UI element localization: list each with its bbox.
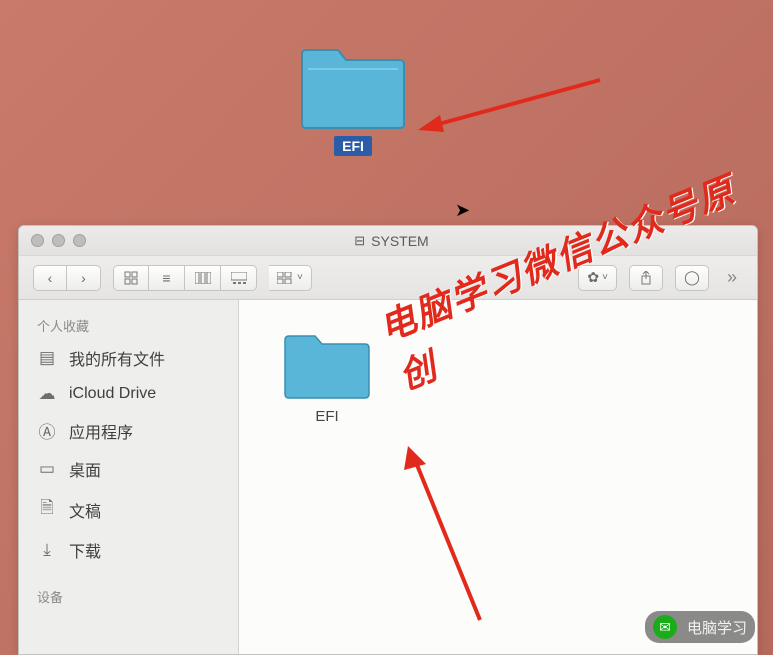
view-icons-button[interactable] [113,265,149,291]
maximize-button[interactable] [73,234,86,247]
folder-item-efi[interactable]: EFI [267,328,387,425]
downloads-icon: ⤓ [37,540,57,560]
view-list-button[interactable]: ≡ [149,265,185,291]
sidebar-item-label: 我的所有文件 [69,346,165,370]
close-button[interactable] [31,234,44,247]
sidebar-item-applications[interactable]: Ⓐ 应用程序 [19,411,238,450]
back-button[interactable]: ‹ [33,265,67,291]
toolbar-overflow[interactable]: » [721,267,743,288]
documents-icon: 🗎 [37,495,57,524]
arrange-group: ˅ [269,265,312,291]
titlebar: ⊟ SYSTEM [19,226,757,256]
desktop-folder-efi[interactable]: EFI [298,40,408,156]
volume-icon: ⊟ [354,233,365,249]
finder-window: ⊟ SYSTEM ‹ › ≡ ˅ ✿ ˅ [18,225,758,655]
cloud-icon: ☁ [37,384,57,404]
sidebar-favorites-header: 个人收藏 [19,312,238,339]
sidebar-item-label: 下载 [69,538,101,562]
folder-icon [298,40,408,130]
desktop-folder-label: EFI [334,136,372,156]
apps-icon: Ⓐ [37,418,57,443]
view-switcher: ≡ [113,265,257,291]
sidebar-item-label: 文稿 [69,498,101,522]
sidebar-devices-header: 设备 [19,583,238,610]
sidebar-item-label: 应用程序 [69,419,133,443]
content-area[interactable]: EFI [239,300,757,654]
share-button[interactable] [629,265,663,291]
sidebar-item-allfiles[interactable]: ▤ 我的所有文件 [19,339,238,377]
sidebar-item-desktop[interactable]: ▭ 桌面 [19,450,238,488]
desktop-icon: ▭ [37,459,57,479]
sidebar: 个人收藏 ▤ 我的所有文件 ☁ iCloud Drive Ⓐ 应用程序 ▭ 桌面… [19,300,239,654]
forward-button[interactable]: › [67,265,101,291]
footer-label: 电脑学习 [687,617,747,638]
sidebar-item-label: 桌面 [69,457,101,481]
footer-badge: ✉ 电脑学习 [645,611,755,643]
action-button[interactable]: ✿ ˅ [578,265,617,291]
window-title-text: SYSTEM [371,233,429,249]
window-title: ⊟ SYSTEM [94,233,689,249]
annotation-arrow-1 [410,70,610,150]
view-gallery-button[interactable] [221,265,257,291]
cursor-icon: ➤ [455,200,470,221]
nav-buttons: ‹ › [33,265,101,291]
view-columns-button[interactable] [185,265,221,291]
arrange-button[interactable]: ˅ [269,265,312,291]
sidebar-item-icloud[interactable]: ☁ iCloud Drive [19,377,238,411]
toolbar: ‹ › ≡ ˅ ✿ ˅ ◯ » [19,256,757,300]
sidebar-item-downloads[interactable]: ⤓ 下载 [19,531,238,569]
folder-icon [282,328,372,400]
sidebar-item-label: iCloud Drive [69,385,156,403]
wechat-icon: ✉ [653,615,677,639]
sidebar-item-documents[interactable]: 🗎 文稿 [19,488,238,531]
tags-button[interactable]: ◯ [675,265,709,291]
allfiles-icon: ▤ [37,348,57,368]
file-label: EFI [315,408,338,425]
minimize-button[interactable] [52,234,65,247]
